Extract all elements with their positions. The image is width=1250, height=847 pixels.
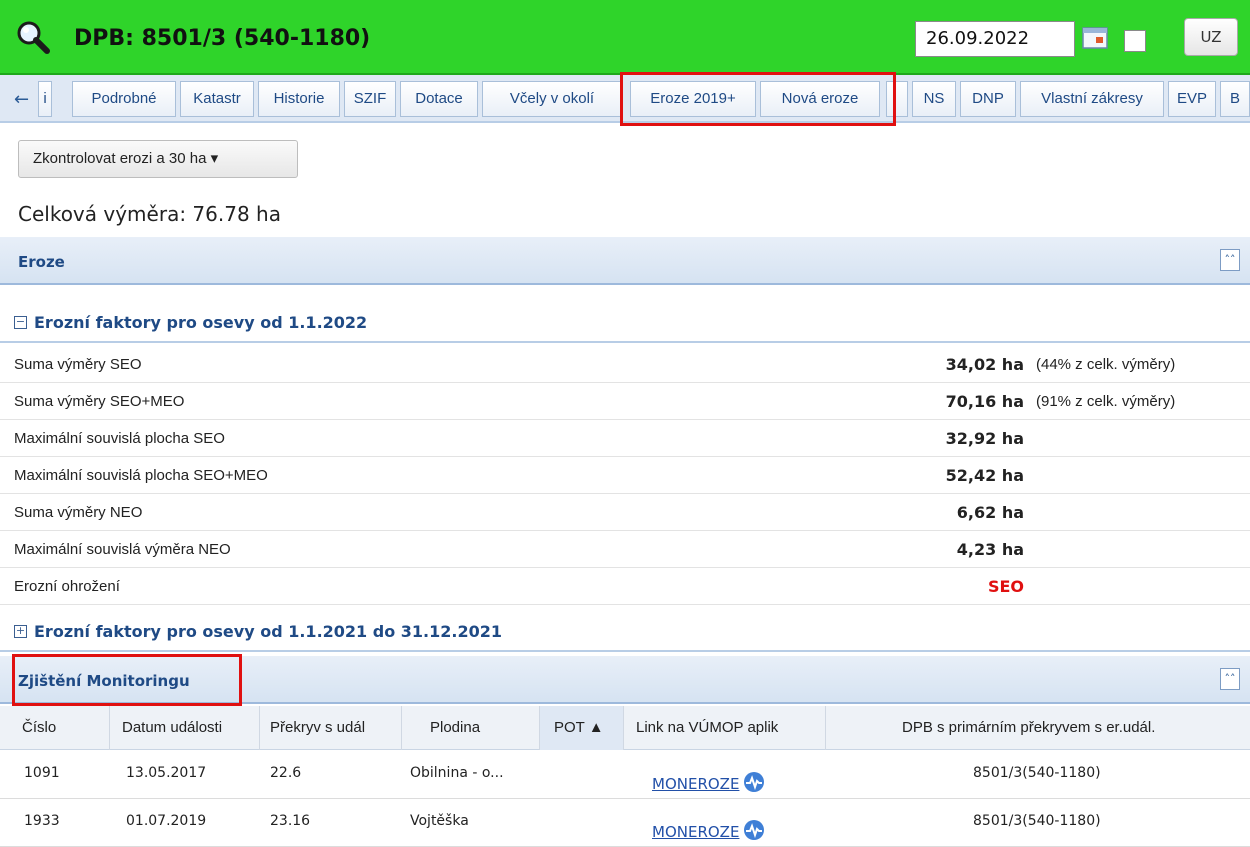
heartbeat-icon[interactable] bbox=[743, 771, 765, 793]
group-header-2022[interactable]: − Erozní faktory pro osevy od 1.1.2022 bbox=[0, 303, 1250, 343]
tab-szif[interactable]: SZIF bbox=[344, 81, 396, 117]
table-row[interactable]: 1091 13.05.2017 22.6 Obilnina - o... MON… bbox=[0, 751, 1250, 799]
collapse-minus-icon[interactable]: − bbox=[14, 316, 27, 329]
tab-evp[interactable]: EVP bbox=[1168, 81, 1216, 117]
tab-b[interactable]: B bbox=[1220, 81, 1250, 117]
tab-katastr[interactable]: Katastr bbox=[180, 81, 254, 117]
arrow-left-icon[interactable]: ← bbox=[14, 91, 29, 109]
tab-eroze-2019[interactable]: Eroze 2019+ bbox=[630, 81, 756, 117]
expand-plus-icon[interactable]: + bbox=[14, 625, 27, 638]
header-bar: DPB: 8501/3 (540-1180) 26.09.2022 UZ bbox=[0, 0, 1250, 75]
factor-label: Erozní ohrožení bbox=[14, 578, 120, 595]
factor-label: Suma výměry SEO+MEO bbox=[14, 393, 185, 410]
factor-label: Suma výměry NEO bbox=[14, 504, 143, 521]
factor-row: Suma výměry SEO+MEO 70,16 ha (91% z celk… bbox=[0, 383, 1250, 420]
factor-row: Maximální souvislá plocha SEO+MEO 52,42 … bbox=[0, 457, 1250, 494]
section-eroze-label: Eroze bbox=[18, 253, 65, 271]
factor-row: Suma výměry NEO 6,62 ha bbox=[0, 494, 1250, 531]
factor-label: Suma výměry SEO bbox=[14, 356, 142, 373]
column-header-plodina[interactable]: Plodina bbox=[402, 706, 540, 750]
factor-value: 6,62 ha bbox=[956, 503, 1024, 522]
cell-datum: 13.05.2017 bbox=[126, 765, 207, 781]
moneroze-link[interactable]: MONEROZE bbox=[652, 823, 739, 841]
tab-historie[interactable]: Historie bbox=[258, 81, 340, 117]
section-eroze: Eroze ˄˄ bbox=[0, 237, 1250, 285]
column-header-dpb[interactable]: DPB s primárním překryvem s er.udál. bbox=[826, 706, 1250, 750]
tab-podrobne[interactable]: Podrobné bbox=[72, 81, 176, 117]
erosion-risk-value: SEO bbox=[987, 577, 1024, 596]
section-monitoring: Zjištění Monitoringu ˄˄ bbox=[0, 656, 1250, 704]
cell-plodina: Vojtěška bbox=[410, 813, 469, 829]
factor-value: 32,92 ha bbox=[945, 429, 1024, 448]
column-header-datum[interactable]: Datum události bbox=[110, 706, 260, 750]
factor-value: 34,02 ha bbox=[945, 355, 1024, 374]
column-header-cislo[interactable]: Číslo bbox=[0, 706, 110, 750]
cell-cislo: 1091 bbox=[24, 765, 60, 781]
total-area: Celková výměra: 76.78 ha bbox=[18, 202, 281, 226]
factor-label: Maximální souvislá výměra NEO bbox=[14, 541, 231, 558]
table-header: Číslo Datum události Překryv s udál Plod… bbox=[0, 706, 1250, 750]
cell-link: MONEROZE bbox=[652, 771, 765, 793]
factor-label: Maximální souvislá plocha SEO+MEO bbox=[14, 467, 268, 484]
section-monitoring-label: Zjištění Monitoringu bbox=[18, 672, 190, 690]
factor-value: 4,23 ha bbox=[956, 540, 1024, 559]
cell-datum: 01.07.2019 bbox=[126, 813, 207, 829]
tab-partial[interactable]: i bbox=[38, 81, 52, 117]
collapse-up-icon[interactable]: ˄˄ bbox=[1220, 249, 1240, 271]
tab-nova-eroze[interactable]: Nová eroze bbox=[760, 81, 880, 117]
search-icon[interactable] bbox=[14, 18, 54, 58]
column-header-link[interactable]: Link na VÚMOP aplik bbox=[624, 706, 826, 750]
tab-blank[interactable] bbox=[886, 81, 908, 117]
calendar-icon[interactable] bbox=[1081, 25, 1109, 51]
factor-label: Maximální souvislá plocha SEO bbox=[14, 430, 225, 447]
date-input[interactable]: 26.09.2022 bbox=[915, 21, 1075, 57]
check-erosion-dropdown[interactable]: Zkontrolovat erozi a 30 ha ▾ bbox=[18, 140, 298, 178]
heartbeat-icon[interactable] bbox=[743, 819, 765, 841]
tab-bar: ← i Podrobné Katastr Historie SZIF Dotac… bbox=[0, 75, 1250, 123]
cell-cislo: 1933 bbox=[24, 813, 60, 829]
group-2022-label: Erozní faktory pro osevy od 1.1.2022 bbox=[34, 313, 368, 332]
tab-dnp[interactable]: DNP bbox=[960, 81, 1016, 117]
moneroze-link[interactable]: MONEROZE bbox=[652, 775, 739, 793]
collapse-up-icon[interactable]: ˄˄ bbox=[1220, 668, 1240, 690]
factor-row: Maximální souvislá výměra NEO 4,23 ha bbox=[0, 531, 1250, 568]
cell-dpb: 8501/3(540-1180) bbox=[973, 765, 1101, 781]
factor-value: 70,16 ha bbox=[945, 392, 1024, 411]
table-row[interactable]: 1933 01.07.2019 23.16 Vojtěška MONEROZE … bbox=[0, 799, 1250, 847]
factor-row: Suma výměry SEO 34,02 ha (44% z celk. vý… bbox=[0, 346, 1250, 383]
tab-vcely[interactable]: Včely v okolí bbox=[482, 81, 622, 117]
factor-note: (91% z celk. výměry) bbox=[1036, 393, 1176, 410]
factor-note: (44% z celk. výměry) bbox=[1036, 356, 1176, 373]
factor-row: Erozní ohrožení SEO bbox=[0, 568, 1250, 605]
tab-ns[interactable]: NS bbox=[912, 81, 956, 117]
cell-prekryv: 22.6 bbox=[270, 765, 302, 781]
cell-dpb: 8501/3(540-1180) bbox=[973, 813, 1101, 829]
column-header-pot[interactable]: POT ▲ bbox=[540, 706, 624, 750]
date-checkbox[interactable] bbox=[1124, 30, 1146, 52]
uz-button[interactable]: UZ bbox=[1184, 18, 1238, 56]
tab-vlastni-zakresy[interactable]: Vlastní zákresy bbox=[1020, 81, 1164, 117]
cell-prekryv: 23.16 bbox=[270, 813, 311, 829]
tab-dotace[interactable]: Dotace bbox=[400, 81, 478, 117]
cell-plodina: Obilnina - o... bbox=[410, 765, 504, 781]
factor-row: Maximální souvislá plocha SEO 32,92 ha bbox=[0, 420, 1250, 457]
group-2021-label: Erozní faktory pro osevy od 1.1.2021 do … bbox=[34, 622, 502, 641]
factor-value: 52,42 ha bbox=[945, 466, 1024, 485]
column-header-prekryv[interactable]: Překryv s udál bbox=[260, 706, 402, 750]
group-header-2021[interactable]: + Erozní faktory pro osevy od 1.1.2021 d… bbox=[0, 612, 1250, 652]
cell-link: MONEROZE bbox=[652, 819, 765, 841]
page-title: DPB: 8501/3 (540-1180) bbox=[74, 26, 371, 51]
